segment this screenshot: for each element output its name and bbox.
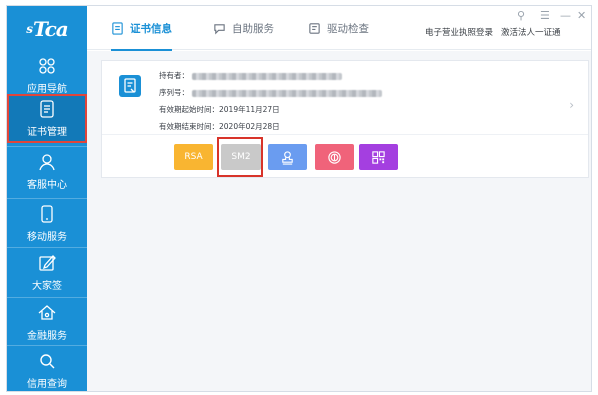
holder-label: 持有者： [159,71,189,80]
certificate-card-icon [119,75,141,97]
valid-to: 有效期结束时间：2020年02月28日 [159,122,280,131]
divider [102,134,588,135]
tab-certificate-info[interactable]: 证书信息 [111,6,172,51]
sidebar-item-finance[interactable]: 金融服务 [7,297,87,346]
tab-self-service[interactable]: 自助服务 [213,6,274,50]
qr-code-icon [372,150,385,164]
sm2-highlight-box [217,137,263,177]
rsa-button[interactable]: RSA [174,144,213,170]
activate-legal-person-link[interactable]: 激活法人一证通 [501,26,561,38]
seal-button[interactable] [268,144,307,170]
certificate-card[interactable]: 持有者： 序列号： 有效期起始时间：2019年11月27日 有效期结束时间：20… [101,60,589,178]
fingerprint-stamp-icon [328,150,341,164]
menu-icon[interactable]: ☰ [540,9,550,22]
chevron-right-icon[interactable]: › [569,98,574,112]
app-logo: s Tca [26,16,68,41]
tab-label: 驱动检查 [327,22,369,35]
serial-row: 序列号： [159,87,382,98]
valid-from: 有效期起始时间：2019年11月27日 [159,105,280,114]
e-license-login-link[interactable]: 电子营业执照登录 [425,26,493,38]
stamp-button[interactable] [315,144,354,170]
sidebar-item-credit-query[interactable]: 信用查询 [7,345,87,394]
header: 证书信息 自助服务 驱动检查 ⚲ ☰ — ✕ 电子营业执照登录 激活法人一证通 [87,6,591,51]
search-icon [40,353,55,368]
sidebar-item-label: 客服中心 [27,179,67,191]
tab-driver-check[interactable]: 驱动检查 [308,6,369,50]
seal-icon [282,150,293,165]
holder-row: 持有者： [159,70,342,81]
main-content: 持有者： 序列号： 有效期起始时间：2019年11月27日 有效期结束时间：20… [87,51,591,391]
sidebar-item-label: 大家签 [32,280,62,292]
close-icon[interactable]: ✕ [577,9,586,22]
holder-value-redacted [192,72,342,80]
rsa-label: RSA [184,152,203,162]
sidebar-item-label: 证书管理 [27,127,67,138]
serial-label: 序列号： [159,88,189,97]
sidebar-item-app-nav[interactable]: 应用导航 [7,51,87,100]
sidebar-item-label: 信用查询 [27,378,67,390]
certificate-doc-icon [124,78,136,93]
sidebar-item-label: 金融服务 [27,330,67,342]
sidebar-item-label: 应用导航 [27,84,67,95]
skin-icon[interactable]: ⚲ [517,9,525,22]
user-icon [39,153,55,170]
serial-value-redacted [192,89,382,97]
minimize-icon[interactable]: — [560,9,571,22]
sidebar-item-dajiaqian[interactable]: 大家签 [7,247,87,296]
sidebar-item-mobile-service[interactable]: 移动服务 [7,198,87,247]
certificate-icon [112,21,123,35]
tab-label: 证书信息 [130,22,172,35]
sidebar-item-label: 移动服务 [27,231,67,243]
qr-code-button[interactable] [359,144,398,170]
chat-bubble-icon [214,23,225,34]
app-window: s Tca 应用导航 证书管理 客服中心 移动服务 大家签 金融服务 信用查询 … [6,5,592,392]
tab-label: 自助服务 [232,22,274,35]
home-finance-icon [38,304,56,320]
certificate-doc-icon [40,100,54,118]
sidebar: s Tca 应用导航 证书管理 客服中心 移动服务 大家签 金融服务 信用查询 [7,6,87,391]
edit-sign-icon [39,254,56,271]
driver-check-icon [309,22,320,34]
mobile-phone-icon [41,204,53,223]
sidebar-item-service-center[interactable]: 客服中心 [7,146,87,195]
grid-icon [39,58,55,74]
sidebar-item-cert-management[interactable]: 证书管理 [7,94,87,143]
